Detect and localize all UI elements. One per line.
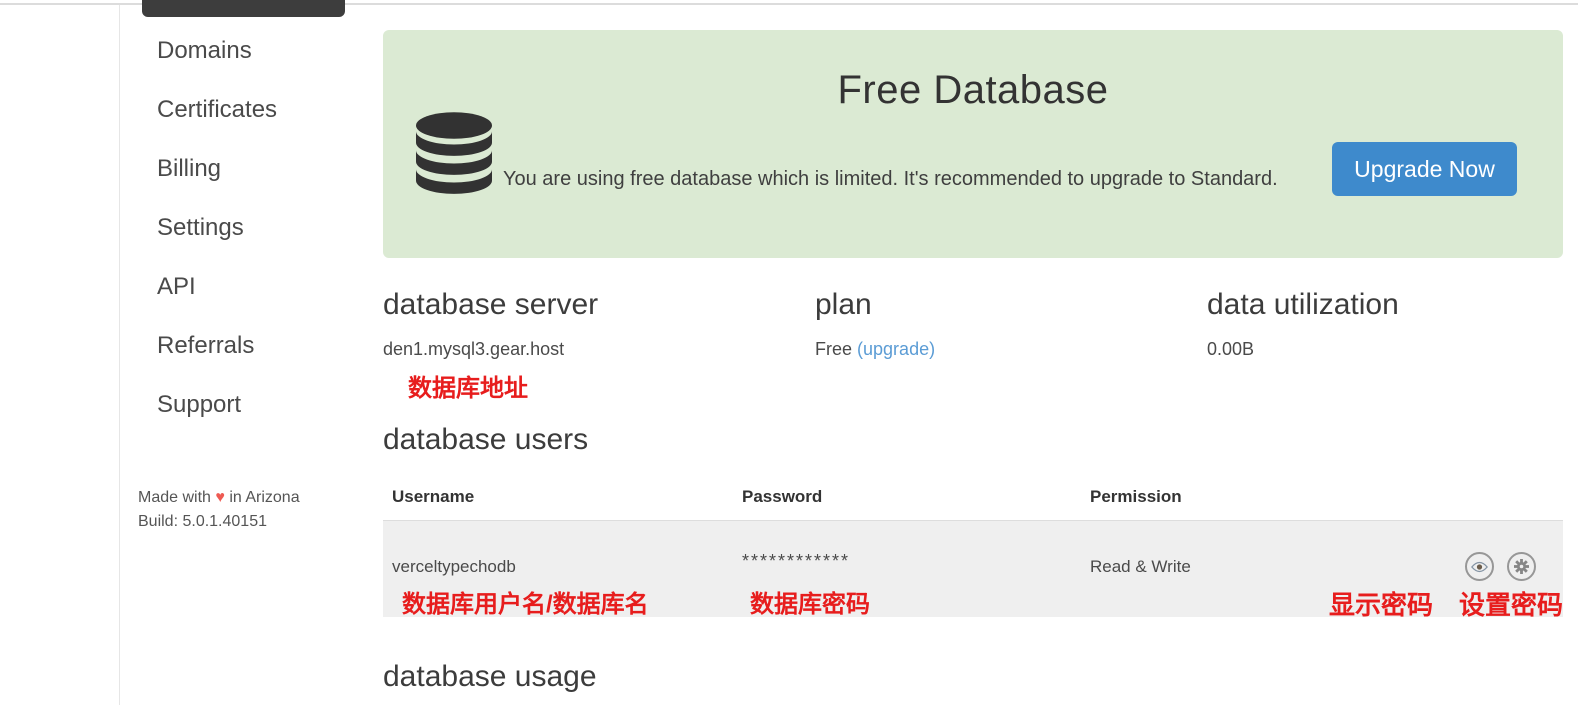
sidebar-item-referrals[interactable]: Referrals <box>157 331 277 360</box>
show-password-button[interactable] <box>1465 552 1494 581</box>
sidebar-item-settings[interactable]: Settings <box>157 213 277 242</box>
gear-icon <box>1514 559 1529 574</box>
sidebar-left-divider <box>119 5 120 705</box>
made-with-text: Made with <box>138 489 211 506</box>
sidebar-item-api[interactable]: API <box>157 272 277 301</box>
sidebar-item-domains[interactable]: Domains <box>157 36 277 65</box>
show-password-annotation: 显示密码 <box>1329 590 1433 620</box>
heart-icon: ♥ <box>215 489 225 506</box>
plan-value: Free <box>815 339 852 359</box>
column-header-permission: Permission <box>1090 487 1182 507</box>
data-utilization-label: data utilization <box>1207 288 1563 322</box>
made-with-location: in Arizona <box>229 489 299 506</box>
column-header-password: Password <box>742 487 822 507</box>
username-cell: verceltypechodb <box>392 557 516 577</box>
database-usage-heading: database usage <box>383 659 597 695</box>
sidebar: Domains Certificates Billing Settings AP… <box>157 36 277 449</box>
sidebar-footer: Made with ♥ in Arizona Build: 5.0.1.4015… <box>138 486 300 534</box>
users-table-header: Username Password Permission <box>383 487 1563 519</box>
permission-cell: Read & Write <box>1090 557 1191 577</box>
free-database-banner: Free Database You are using free databas… <box>383 30 1563 258</box>
password-annotation: 数据库密码 <box>750 584 870 619</box>
plan-column: plan Free (upgrade) <box>815 288 1207 403</box>
sidebar-item-billing[interactable]: Billing <box>157 154 277 183</box>
actions-annotation: 显示密码设置密码 <box>1329 585 1563 622</box>
database-info-row: database server den1.mysql3.gear.host 数据… <box>383 288 1563 403</box>
upgrade-link[interactable]: (upgrade) <box>857 339 935 359</box>
sidebar-item-support[interactable]: Support <box>157 390 277 419</box>
made-with-line: Made with ♥ in Arizona <box>138 486 300 510</box>
banner-title: Free Database <box>383 68 1563 113</box>
database-users-heading: database users <box>383 422 588 458</box>
database-server-value: den1.mysql3.gear.host <box>383 339 815 359</box>
eye-icon <box>1471 561 1488 573</box>
server-annotation: 数据库地址 <box>408 368 815 403</box>
database-server-column: database server den1.mysql3.gear.host 数据… <box>383 288 815 403</box>
password-cell: ************ <box>742 551 850 571</box>
database-icon <box>416 110 492 203</box>
banner-message: You are using free database which is lim… <box>503 168 1278 191</box>
data-utilization-column: data utilization 0.00B <box>1207 288 1563 403</box>
user-table-row: verceltypechodb ************ Read & Writ… <box>383 520 1563 617</box>
plan-label: plan <box>815 288 1207 322</box>
set-password-annotation: 设置密码 <box>1459 590 1563 620</box>
username-annotation: 数据库用户名/数据库名 <box>402 584 649 619</box>
build-version: Build: 5.0.1.40151 <box>138 510 300 534</box>
page: Domains Certificates Billing Settings AP… <box>0 0 1578 705</box>
column-header-username: Username <box>392 487 474 507</box>
set-password-button[interactable] <box>1507 552 1536 581</box>
upgrade-now-button[interactable]: Upgrade Now <box>1332 142 1517 196</box>
sidebar-item-certificates[interactable]: Certificates <box>157 95 277 124</box>
data-utilization-value: 0.00B <box>1207 339 1563 359</box>
active-tab[interactable] <box>142 0 345 17</box>
database-server-label: database server <box>383 288 815 322</box>
